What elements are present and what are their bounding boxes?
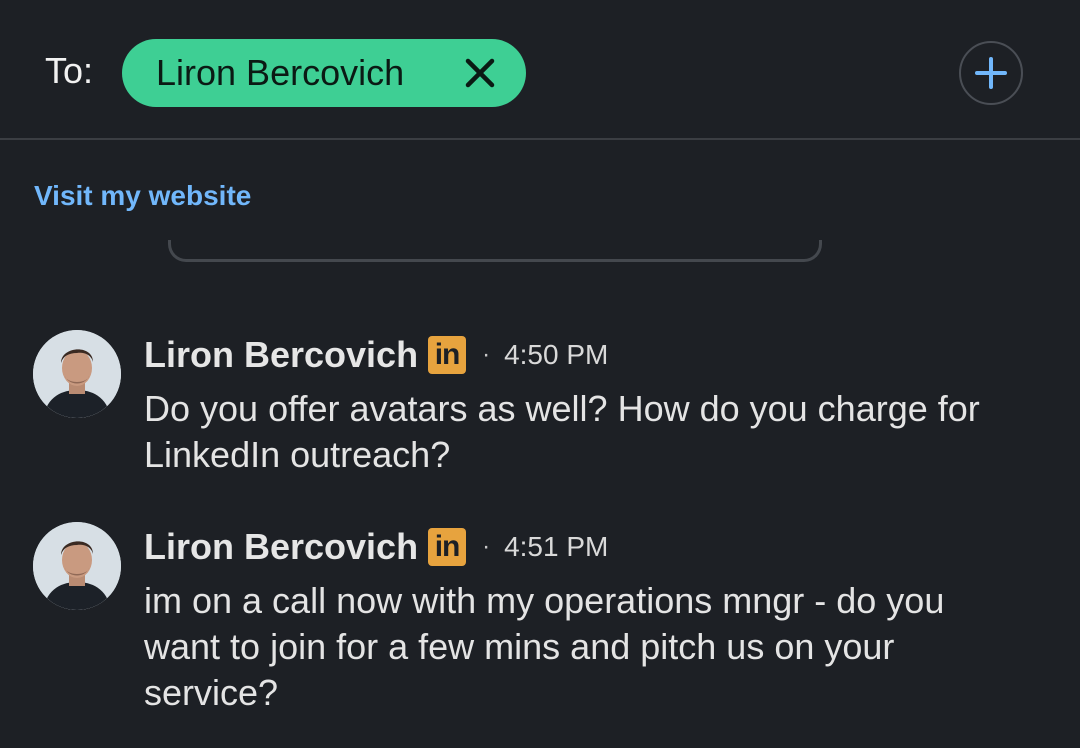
sender-name[interactable]: Liron Bercovich: [144, 334, 418, 376]
avatar-photo: [33, 330, 121, 418]
message-time: 4:51 PM: [504, 531, 609, 562]
sender-name[interactable]: Liron Bercovich: [144, 526, 418, 568]
linkedin-icon: in: [428, 336, 467, 374]
plus-icon: [975, 57, 1007, 89]
message-time: 4:50 PM: [504, 339, 609, 370]
to-label: To:: [45, 50, 94, 91]
add-recipient-button[interactable]: [959, 41, 1023, 105]
recipient-bar: To: Liron Bercovich: [0, 0, 1080, 140]
message-text: Do you offer avatars as well? How do you…: [144, 388, 980, 475]
message-header: Liron Bercovich in · 4:51 PM: [144, 526, 608, 568]
recipient-chip-name: Liron Bercovich: [156, 52, 405, 93]
recipient-chip[interactable]: Liron Bercovich: [122, 39, 526, 107]
avatar[interactable]: [33, 330, 121, 418]
card-bottom-edge: [168, 240, 822, 262]
message-text: im on a call now with my operations mngr…: [144, 580, 945, 713]
message-header: Liron Bercovich in · 4:50 PM: [144, 334, 608, 376]
separator-dot: ·: [482, 533, 491, 560]
close-icon[interactable]: [462, 55, 498, 91]
messaging-screen: To: Liron Bercovich Visit my website Lir…: [0, 0, 1080, 748]
linkedin-icon: in: [428, 528, 467, 566]
avatar-photo: [33, 522, 121, 610]
avatar[interactable]: [33, 522, 121, 610]
separator-dot: ·: [482, 341, 491, 368]
visit-website-link[interactable]: Visit my website: [34, 180, 251, 212]
